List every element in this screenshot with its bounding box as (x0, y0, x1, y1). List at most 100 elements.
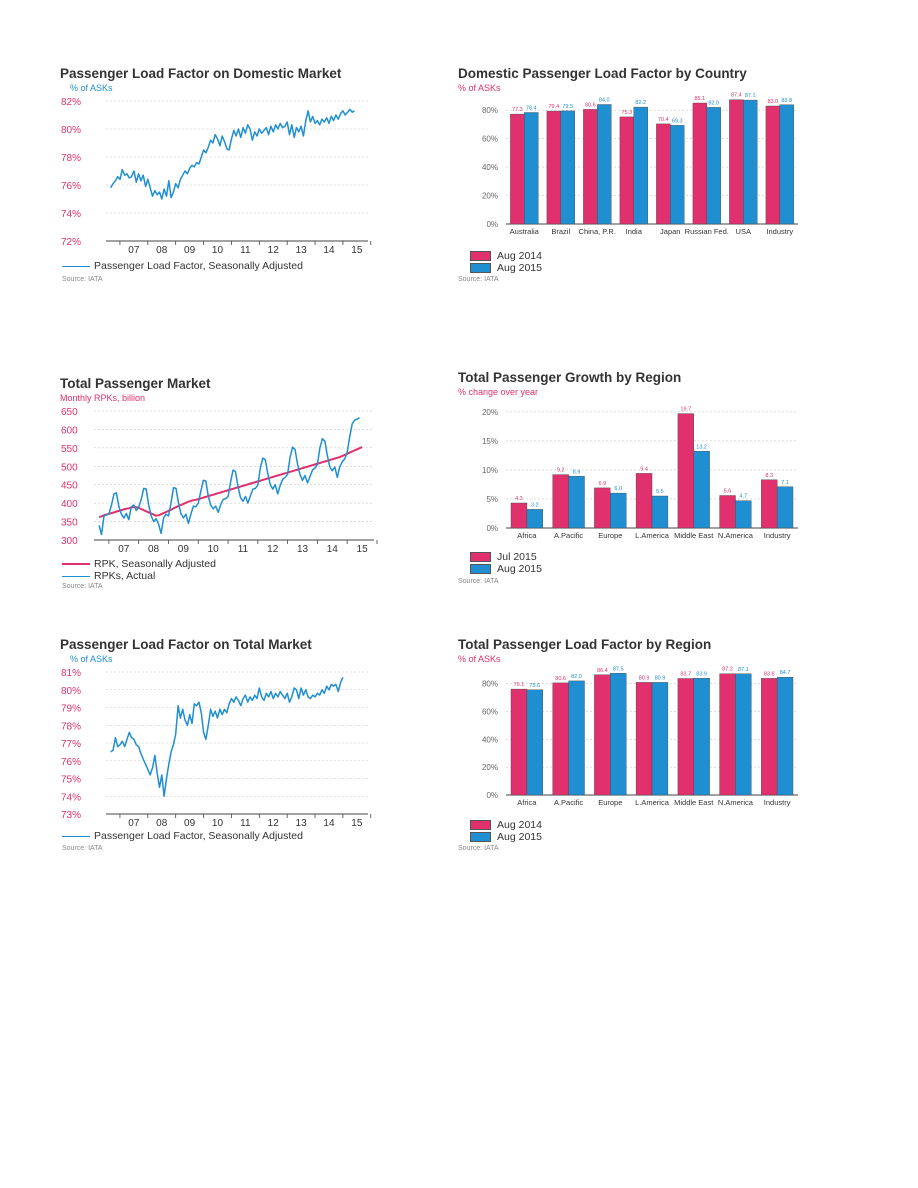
y-tick-label: 76% (61, 181, 81, 192)
bar-pink (761, 678, 778, 796)
x-tick-label: N.America (718, 798, 754, 807)
data-label: 87.2 (722, 667, 733, 673)
y-tick-label: 80% (482, 106, 498, 115)
x-tick-label: 09 (184, 245, 196, 256)
x-tick-label: 13 (296, 818, 308, 829)
data-label: 83.7 (680, 672, 691, 678)
x-tick-label: Australia (510, 227, 540, 236)
data-label: 5.6 (724, 488, 732, 494)
bar-pink (719, 673, 736, 796)
x-tick-label: 08 (156, 245, 168, 256)
data-label: 75.3 (621, 110, 632, 116)
bar-blue (526, 689, 544, 796)
bar-blue (693, 678, 710, 796)
bar-pink (677, 413, 694, 529)
bar-pink (619, 116, 634, 225)
legend-label: Passenger Load Factor, Seasonally Adjust… (94, 260, 303, 272)
x-tick-label: L.America (635, 798, 670, 807)
y-tick-label: 40% (482, 735, 498, 744)
bar-pink (656, 123, 671, 225)
bar-pink (510, 502, 528, 529)
x-tick-label: 09 (178, 544, 190, 555)
data-label: 83.8 (781, 98, 792, 104)
data-label: 80.9 (655, 675, 666, 681)
data-label: 82.0 (571, 674, 582, 680)
bar-blue (633, 106, 648, 225)
data-label: 9.4 (640, 466, 648, 472)
x-tick-label: Middle East (674, 798, 714, 807)
x-tick-label: China, P.R. (579, 227, 616, 236)
x-tick-label: 10 (208, 544, 220, 555)
data-label: 9.2 (557, 468, 565, 474)
data-label: 82.0 (708, 100, 719, 106)
data-label: 70.4 (658, 117, 669, 123)
data-label: 6.9 (599, 481, 607, 487)
x-tick-label: 12 (267, 544, 279, 555)
data-label: 4.7 (740, 494, 748, 500)
x-tick-label: Europe (598, 798, 622, 807)
y-tick-label: 60% (482, 708, 498, 717)
y-tick-label: 60% (482, 135, 498, 144)
bar-blue (568, 680, 585, 796)
y-tick-label: 72% (61, 237, 81, 248)
bar-blue (776, 486, 794, 529)
x-tick-label: 08 (148, 544, 160, 555)
x-tick-label: Africa (517, 531, 537, 540)
bar-blue (651, 495, 669, 529)
bar-pink (594, 487, 611, 529)
y-tick-label: 10% (482, 466, 498, 475)
data-label: 80.6 (555, 676, 566, 682)
bar-blue (706, 107, 721, 225)
bar-blue (651, 682, 669, 796)
bar-pink (692, 102, 707, 225)
panel-domestic-plf: Passenger Load Factor on Domestic Market… (60, 66, 380, 286)
data-label: 8.9 (573, 469, 581, 475)
y-tick-label: 400 (61, 499, 78, 510)
x-tick-label: 14 (323, 245, 335, 256)
bar-blue (610, 673, 627, 796)
x-tick-label: Industry (764, 531, 791, 540)
bar-pink (761, 479, 778, 529)
bar-blue (524, 112, 539, 225)
bar-pink (594, 674, 611, 796)
y-tick-label: 500 (61, 462, 78, 473)
data-label: 80.6 (585, 102, 596, 108)
legend-item: Passenger Load Factor, Seasonally Adjust… (62, 260, 303, 272)
legend-label: Aug 2015 (497, 262, 542, 274)
y-tick-label: 77% (61, 739, 81, 750)
y-tick-label: 0% (486, 791, 498, 800)
bar-blue (779, 104, 794, 225)
y-tick-label: 300 (61, 536, 78, 547)
legend-swatch-blue (470, 564, 491, 575)
data-label: 87.5 (613, 666, 624, 672)
x-tick-label: 15 (351, 818, 363, 829)
legend-label: Passenger Load Factor, Seasonally Adjust… (94, 830, 303, 842)
x-tick-label: 11 (238, 544, 249, 555)
bar-pink (677, 678, 694, 796)
y-tick-label: 81% (61, 668, 81, 679)
data-label: 82.2 (635, 100, 646, 106)
x-tick-label: USA (736, 227, 751, 236)
legend-label: Aug 2014 (497, 250, 542, 262)
data-label: 78.4 (526, 105, 537, 111)
chart-total-plf: 73% 74% 75% 76% 77% 78% 79% 80% 81% 07 08 09 10 11 12 1… (61, 668, 372, 829)
y-tick-label: 73% (61, 810, 81, 821)
data-label: 5.5 (656, 489, 664, 495)
x-tick-label: Industry (766, 227, 793, 236)
y-tick-label: 40% (482, 163, 498, 172)
bar-pink (546, 110, 562, 225)
data-label: 4.3 (515, 496, 523, 502)
data-label: 75.6 (529, 683, 540, 689)
data-label: 76.1 (514, 682, 525, 688)
data-label: 83.0 (767, 99, 778, 105)
bar-pink (583, 109, 598, 225)
data-label: 19.7 (680, 407, 691, 413)
x-tick-label: 07 (118, 544, 130, 555)
legend-swatch-blue (470, 263, 491, 274)
bar-pink (719, 495, 736, 529)
data-label: 80.9 (639, 675, 650, 681)
x-tick-label: 15 (351, 245, 363, 256)
panel-total-market: Total Passenger Market Monthly RPKs, bil… (60, 376, 380, 596)
legend-line-icon (62, 835, 90, 837)
data-label: 7.1 (781, 480, 789, 486)
